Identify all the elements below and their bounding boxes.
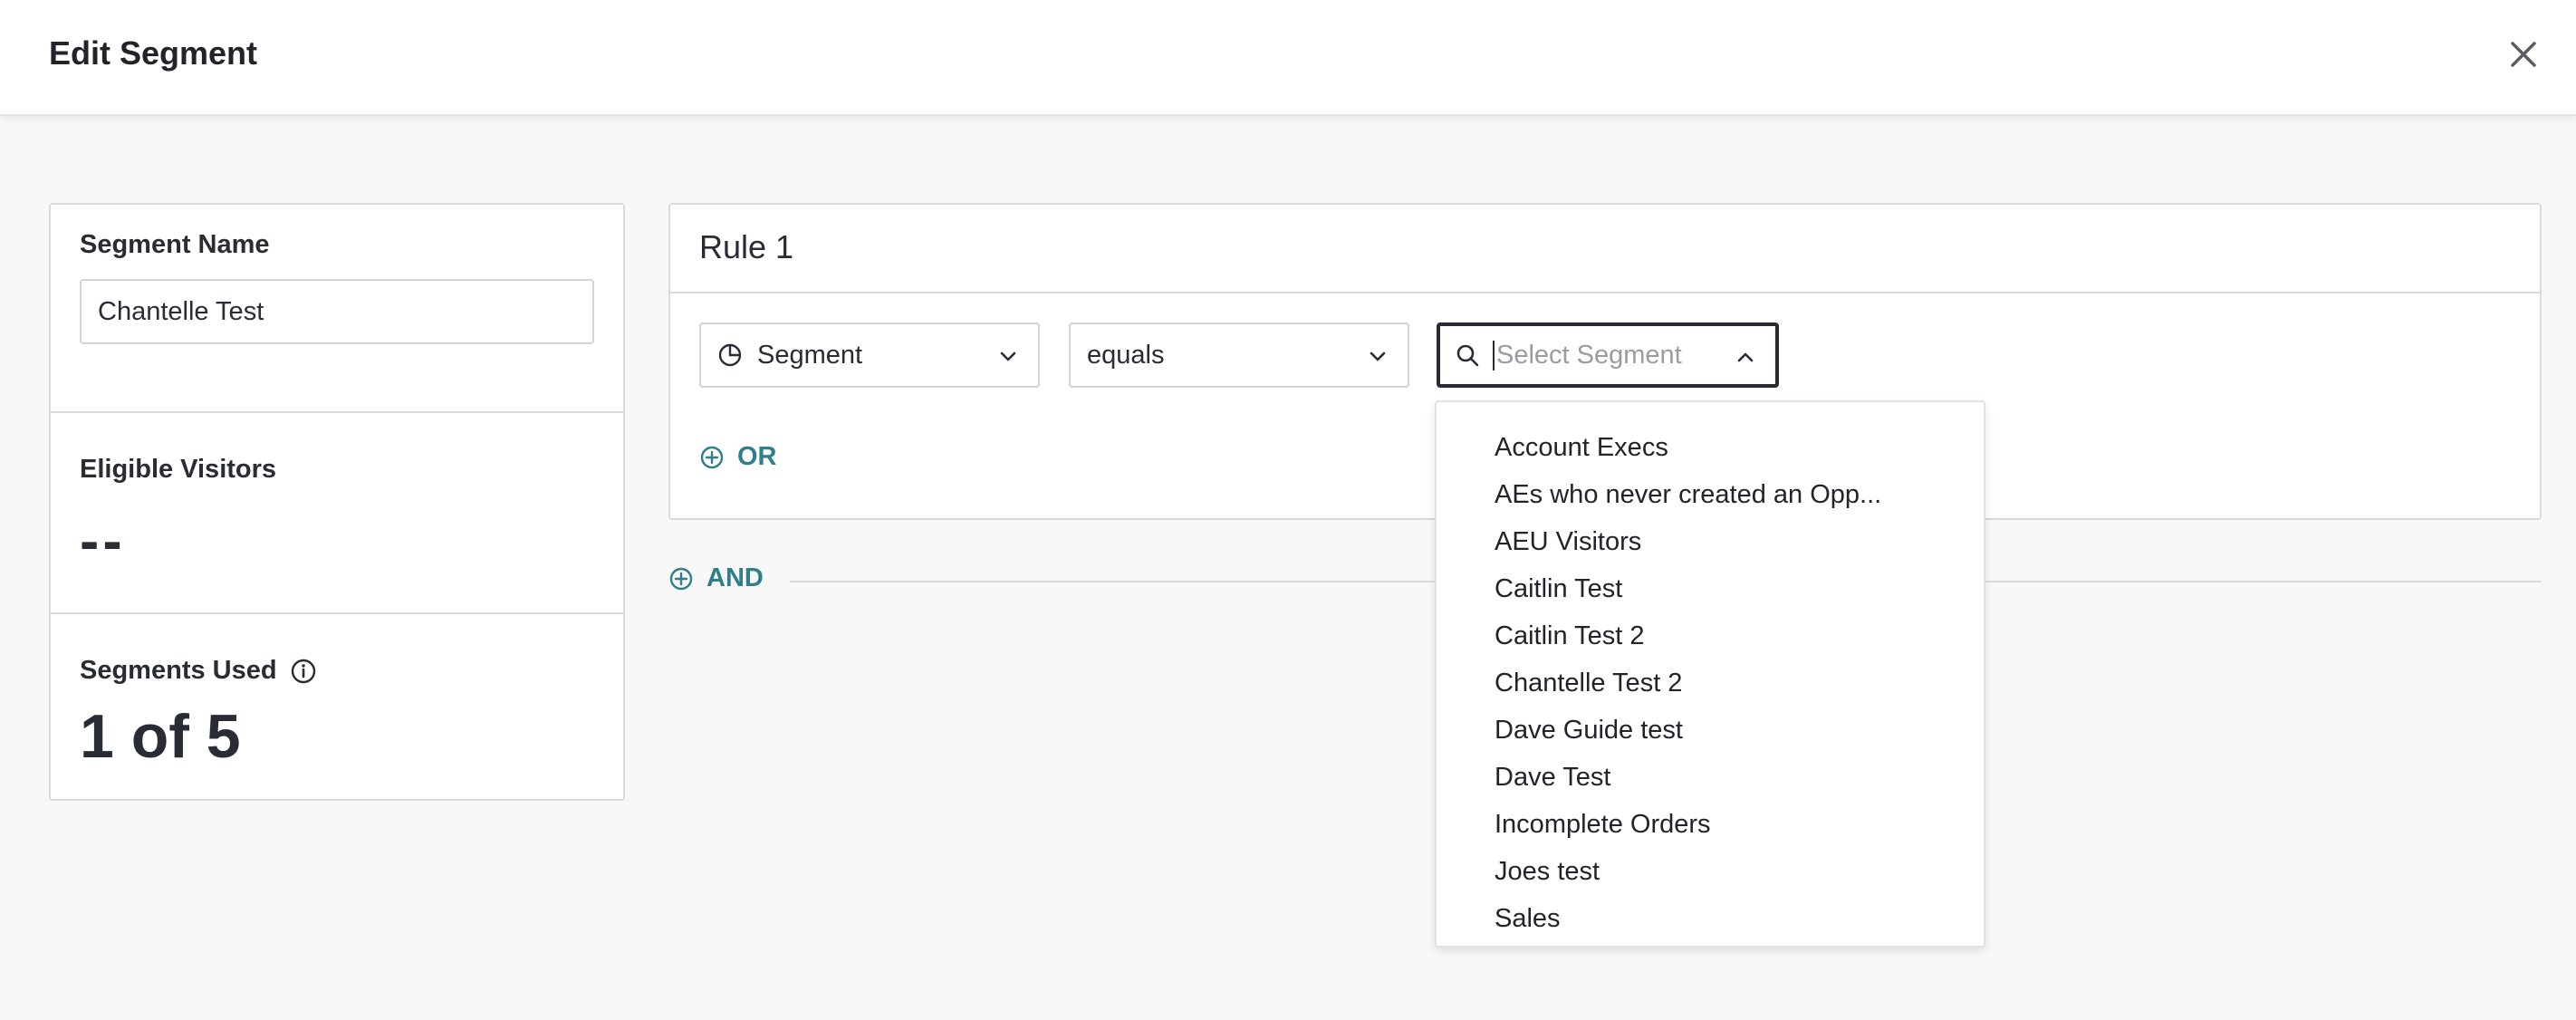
- or-label: OR: [737, 442, 777, 471]
- value-select[interactable]: [1437, 322, 1779, 388]
- dropdown-option[interactable]: Dave Guide test: [1437, 707, 1984, 754]
- segments-used-label: Segments Used: [80, 656, 277, 685]
- plus-circle-icon: [669, 567, 693, 590]
- close-icon: [2511, 42, 2536, 67]
- field-select-value: Segment: [757, 340, 863, 370]
- dropdown-option[interactable]: Joes test: [1437, 848, 1984, 895]
- dropdown-option[interactable]: Dave Test: [1437, 754, 1984, 801]
- rule-header: Rule 1: [670, 205, 2540, 293]
- search-icon: [1456, 344, 1479, 367]
- dropdown-option[interactable]: Incomplete Orders: [1437, 801, 1984, 848]
- value-search-input[interactable]: [1493, 340, 1710, 370]
- dropdown-option[interactable]: Caitlin Test: [1437, 565, 1984, 612]
- pie-chart-icon: [718, 343, 742, 367]
- add-and-rule-button[interactable]: AND: [668, 563, 764, 593]
- eligible-visitors-value: --: [80, 508, 126, 573]
- segment-summary-panel: Segment Name Eligible Visitors -- Segmen…: [49, 203, 625, 801]
- segment-name-section: Segment Name: [51, 205, 623, 413]
- dropdown-option[interactable]: Caitlin Test 2: [1437, 612, 1984, 659]
- segment-name-input[interactable]: [80, 279, 594, 344]
- plus-circle-icon: [700, 446, 724, 468]
- modal-title: Edit Segment: [49, 34, 258, 72]
- dropdown-option[interactable]: AEU Visitors: [1437, 518, 1984, 565]
- chevron-down-icon: [1000, 351, 1016, 361]
- close-button[interactable]: [2502, 33, 2545, 76]
- rule-title: Rule 1: [699, 228, 794, 265]
- dropdown-option[interactable]: Chantelle Test 2: [1437, 659, 1984, 707]
- info-icon[interactable]: [290, 658, 317, 685]
- dropdown-option[interactable]: AEs who never created an Opp...: [1437, 471, 1984, 518]
- segment-name-label: Segment Name: [80, 230, 270, 259]
- chevron-up-icon: [1737, 352, 1754, 362]
- add-or-condition-button[interactable]: OR: [699, 442, 777, 472]
- dropdown-option[interactable]: Account Execs: [1437, 424, 1984, 471]
- eligible-visitors-label: Eligible Visitors: [80, 455, 277, 484]
- operator-select[interactable]: equals: [1069, 322, 1409, 388]
- and-label: AND: [706, 563, 764, 592]
- eligible-visitors-section: Eligible Visitors --: [51, 413, 623, 614]
- operator-select-value: equals: [1087, 340, 1165, 370]
- dropdown-option[interactable]: Sales: [1437, 895, 1984, 942]
- segment-options-dropdown: Account Execs AEs who never created an O…: [1435, 400, 1985, 948]
- chevron-down-icon: [1370, 351, 1386, 361]
- segments-used-section: Segments Used 1 of 5: [51, 614, 623, 801]
- field-select[interactable]: Segment: [699, 322, 1040, 388]
- modal-header: Edit Segment: [0, 0, 2576, 116]
- segments-used-label-row: Segments Used: [80, 656, 317, 686]
- segments-used-value: 1 of 5: [80, 702, 241, 771]
